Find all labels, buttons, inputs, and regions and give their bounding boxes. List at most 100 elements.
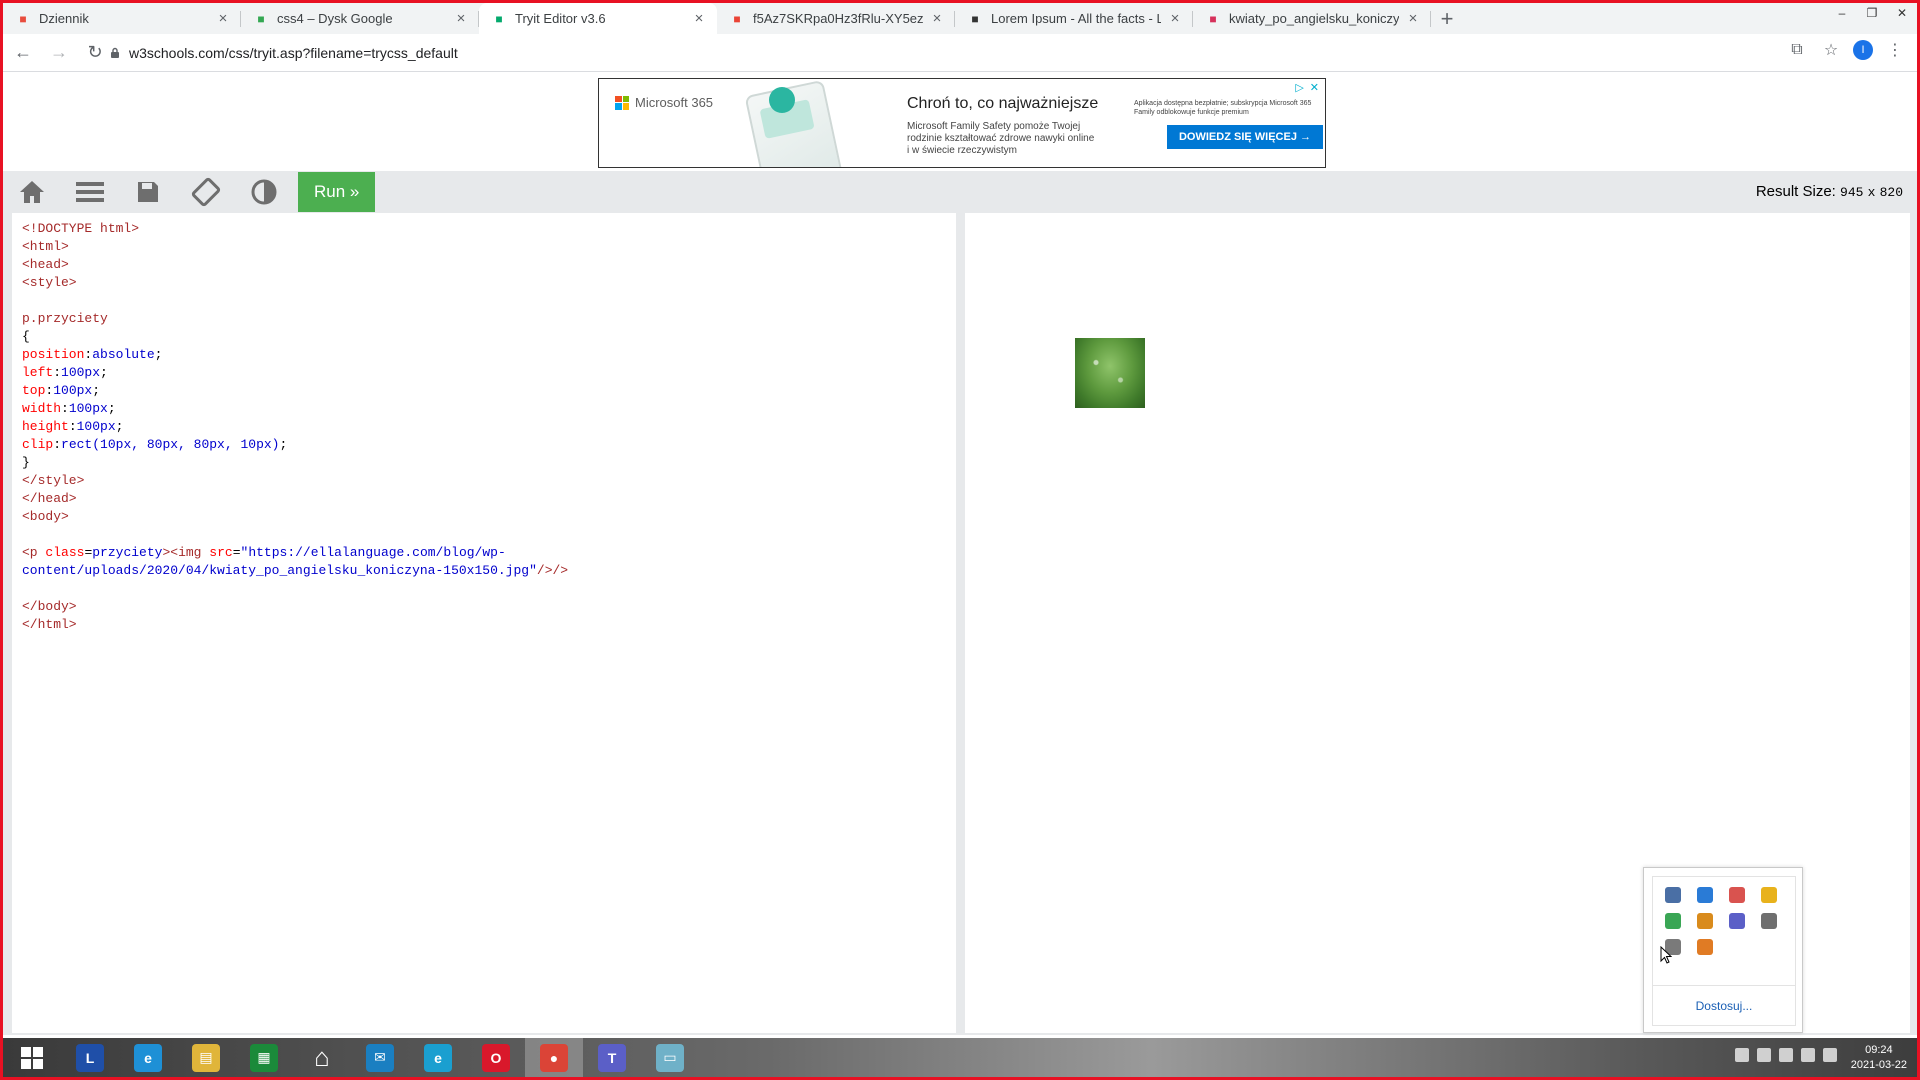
code-line: } xyxy=(22,455,30,470)
forward-icon[interactable]: → xyxy=(43,37,75,69)
browser-tab[interactable]: ■ css4 – Dysk Google × xyxy=(241,3,479,34)
window-close-icon[interactable]: ✕ xyxy=(1887,3,1917,23)
ad-body: Microsoft Family Safety pomoże Twojej ro… xyxy=(907,121,1095,156)
tray-app-icon[interactable] xyxy=(1697,939,1713,955)
heart-bubble-icon xyxy=(769,87,795,113)
browser-tab[interactable]: ■ Tryit Editor v3.6 × xyxy=(479,3,717,34)
tray-power-icon[interactable] xyxy=(1779,1048,1793,1062)
rotate-layout-icon[interactable] xyxy=(177,171,235,213)
taskbar-edge-button[interactable]: e xyxy=(409,1038,467,1077)
tab-close-icon[interactable]: × xyxy=(929,10,945,27)
menu-kebab-icon[interactable]: ⋮ xyxy=(1883,38,1907,62)
ad-choices[interactable]: ▷ ✕ xyxy=(1295,81,1319,94)
address-bar[interactable]: w3schools.com/css/tryit.asp?filename=try… xyxy=(109,38,1789,68)
tab-close-icon[interactable]: × xyxy=(1405,10,1421,27)
code-line: </head> xyxy=(22,491,77,506)
tab-close-icon[interactable]: × xyxy=(453,10,469,27)
tab-close-icon[interactable]: × xyxy=(691,10,707,27)
code-line: <head> xyxy=(22,257,69,272)
code-line: clip:rect(10px, 80px, 80px, 10px); xyxy=(22,437,288,452)
ad-brand: Microsoft 365 xyxy=(635,95,714,110)
tab-strip: ■ Dziennik × ■ css4 – Dysk Google × ■ Tryit Edi… xyxy=(3,3,1917,34)
tab-close-icon[interactable]: × xyxy=(215,10,231,27)
taskbar-teams-button[interactable]: T xyxy=(583,1038,641,1077)
taskbar-internet-explorer-button[interactable]: e xyxy=(119,1038,177,1077)
teams-icon: T xyxy=(598,1043,626,1072)
tab-title: css4 – Dysk Google xyxy=(277,11,393,26)
mouse-cursor-icon xyxy=(1660,946,1672,964)
back-icon[interactable]: ← xyxy=(7,37,39,69)
tray-app-icon[interactable] xyxy=(1665,887,1681,903)
tray-security-icon[interactable] xyxy=(1757,1048,1771,1062)
code-line: </html> xyxy=(22,617,77,632)
tab-favicon-icon: ■ xyxy=(257,11,265,26)
bookmark-star-icon[interactable]: ☆ xyxy=(1819,38,1843,62)
code-line: </style> xyxy=(22,473,85,488)
save-icon[interactable] xyxy=(119,171,177,213)
taskbar-home-button[interactable]: ⌂ xyxy=(293,1038,351,1077)
tab-close-icon[interactable]: × xyxy=(1167,10,1183,27)
tray-app-icon[interactable] xyxy=(1761,913,1777,929)
chrome-icon: ● xyxy=(540,1043,568,1072)
tray-app-icon[interactable] xyxy=(1697,913,1713,929)
minimize-icon[interactable]: – xyxy=(1827,3,1857,23)
tryit-toolbar: Run » Result Size: 945 x 820 xyxy=(3,171,1917,213)
opera-icon: O xyxy=(482,1043,510,1072)
taskbar-file-explorer-button[interactable]: ▤ xyxy=(177,1038,235,1077)
edge-icon: e xyxy=(424,1043,452,1072)
system-tray xyxy=(1735,1048,1837,1062)
reload-icon[interactable]: ↻ xyxy=(79,37,111,69)
browser-tab[interactable]: ■ kwiaty_po_angielsku_koniczyna-1 × xyxy=(1193,3,1431,34)
tray-app-icon[interactable] xyxy=(1761,887,1777,903)
taskbar-mail-button[interactable]: ✉ xyxy=(351,1038,409,1077)
translate-icon[interactable]: ⧉ xyxy=(1785,38,1809,62)
taskbar-lenovo-button[interactable]: L xyxy=(61,1038,119,1077)
code-line: <body> xyxy=(22,509,69,524)
tab-favicon-icon: ■ xyxy=(1209,11,1217,26)
profile-avatar[interactable]: I xyxy=(1853,40,1873,60)
ad-small-print: Aplikacja dostępna bezpłatnie; subskrypc… xyxy=(1134,100,1312,116)
code-line: <p class=przyciety><img src="https://ell… xyxy=(22,545,506,560)
tab-title: kwiaty_po_angielsku_koniczyna-1 xyxy=(1229,11,1399,26)
tray-network-icon[interactable] xyxy=(1801,1048,1815,1062)
home-icon: ⌂ xyxy=(314,1042,330,1072)
result-width: 945 xyxy=(1840,185,1864,200)
taskbar-store-button[interactable]: ▦ xyxy=(235,1038,293,1077)
run-button[interactable]: Run » xyxy=(298,172,376,212)
browser-tab[interactable]: ■ Dziennik × xyxy=(3,3,241,34)
tray-app-icon[interactable] xyxy=(1729,913,1745,929)
code-line: </body> xyxy=(22,599,77,614)
tray-app-icon[interactable] xyxy=(1729,887,1745,903)
ad-headline: Chroń to, co najważniejsze xyxy=(907,95,1099,112)
url-text: w3schools.com/css/tryit.asp?filename=try… xyxy=(129,45,458,61)
tray-chevron-icon[interactable] xyxy=(1735,1048,1749,1062)
tab-title: Lorem Ipsum - All the facts - Lips xyxy=(991,11,1161,26)
menu-icon[interactable] xyxy=(61,171,119,213)
restore-icon[interactable]: ❐ xyxy=(1857,3,1887,23)
code-editor[interactable]: <!DOCTYPE html> <html> <head> <style> p.prz… xyxy=(12,213,956,1033)
lenovo-icon: L xyxy=(76,1043,104,1072)
tray-volume-icon[interactable] xyxy=(1823,1048,1837,1062)
ad-banner[interactable]: Microsoft 365 Chroń to, co najważniejsze… xyxy=(598,78,1326,168)
start-button[interactable] xyxy=(3,1038,61,1077)
home-icon[interactable] xyxy=(3,171,61,213)
ad-close-icon[interactable]: ✕ xyxy=(1310,81,1319,94)
code-line: width:100px; xyxy=(22,401,116,416)
tab-title: Dziennik xyxy=(39,11,89,26)
taskbar-chrome-button[interactable]: ● xyxy=(525,1038,583,1077)
customize-link[interactable]: Dostosuj... xyxy=(1653,985,1795,1025)
tray-app-icon[interactable] xyxy=(1697,887,1713,903)
taskbar-clock[interactable]: 09:24 2021-03-22 xyxy=(1851,1043,1907,1073)
new-tab-icon[interactable]: + xyxy=(1431,3,1463,34)
tray-app-icon[interactable] xyxy=(1665,913,1681,929)
taskbar-opera-button[interactable]: O xyxy=(467,1038,525,1077)
taskbar-app-button[interactable]: ▭ xyxy=(641,1038,699,1077)
code-line: position:absolute; xyxy=(22,347,163,362)
browser-tab[interactable]: ■ f5Az7SKRpa0Hz3fRlu-XY5ezMmJ × xyxy=(717,3,955,34)
adchoices-icon[interactable]: ▷ xyxy=(1295,81,1303,94)
ad-cta-button[interactable]: DOWIEDZ SIĘ WIĘCEJ → xyxy=(1167,125,1323,149)
browser-tab[interactable]: ■ Lorem Ipsum - All the facts - Lips × xyxy=(955,3,1193,34)
dark-mode-icon[interactable] xyxy=(235,171,293,213)
